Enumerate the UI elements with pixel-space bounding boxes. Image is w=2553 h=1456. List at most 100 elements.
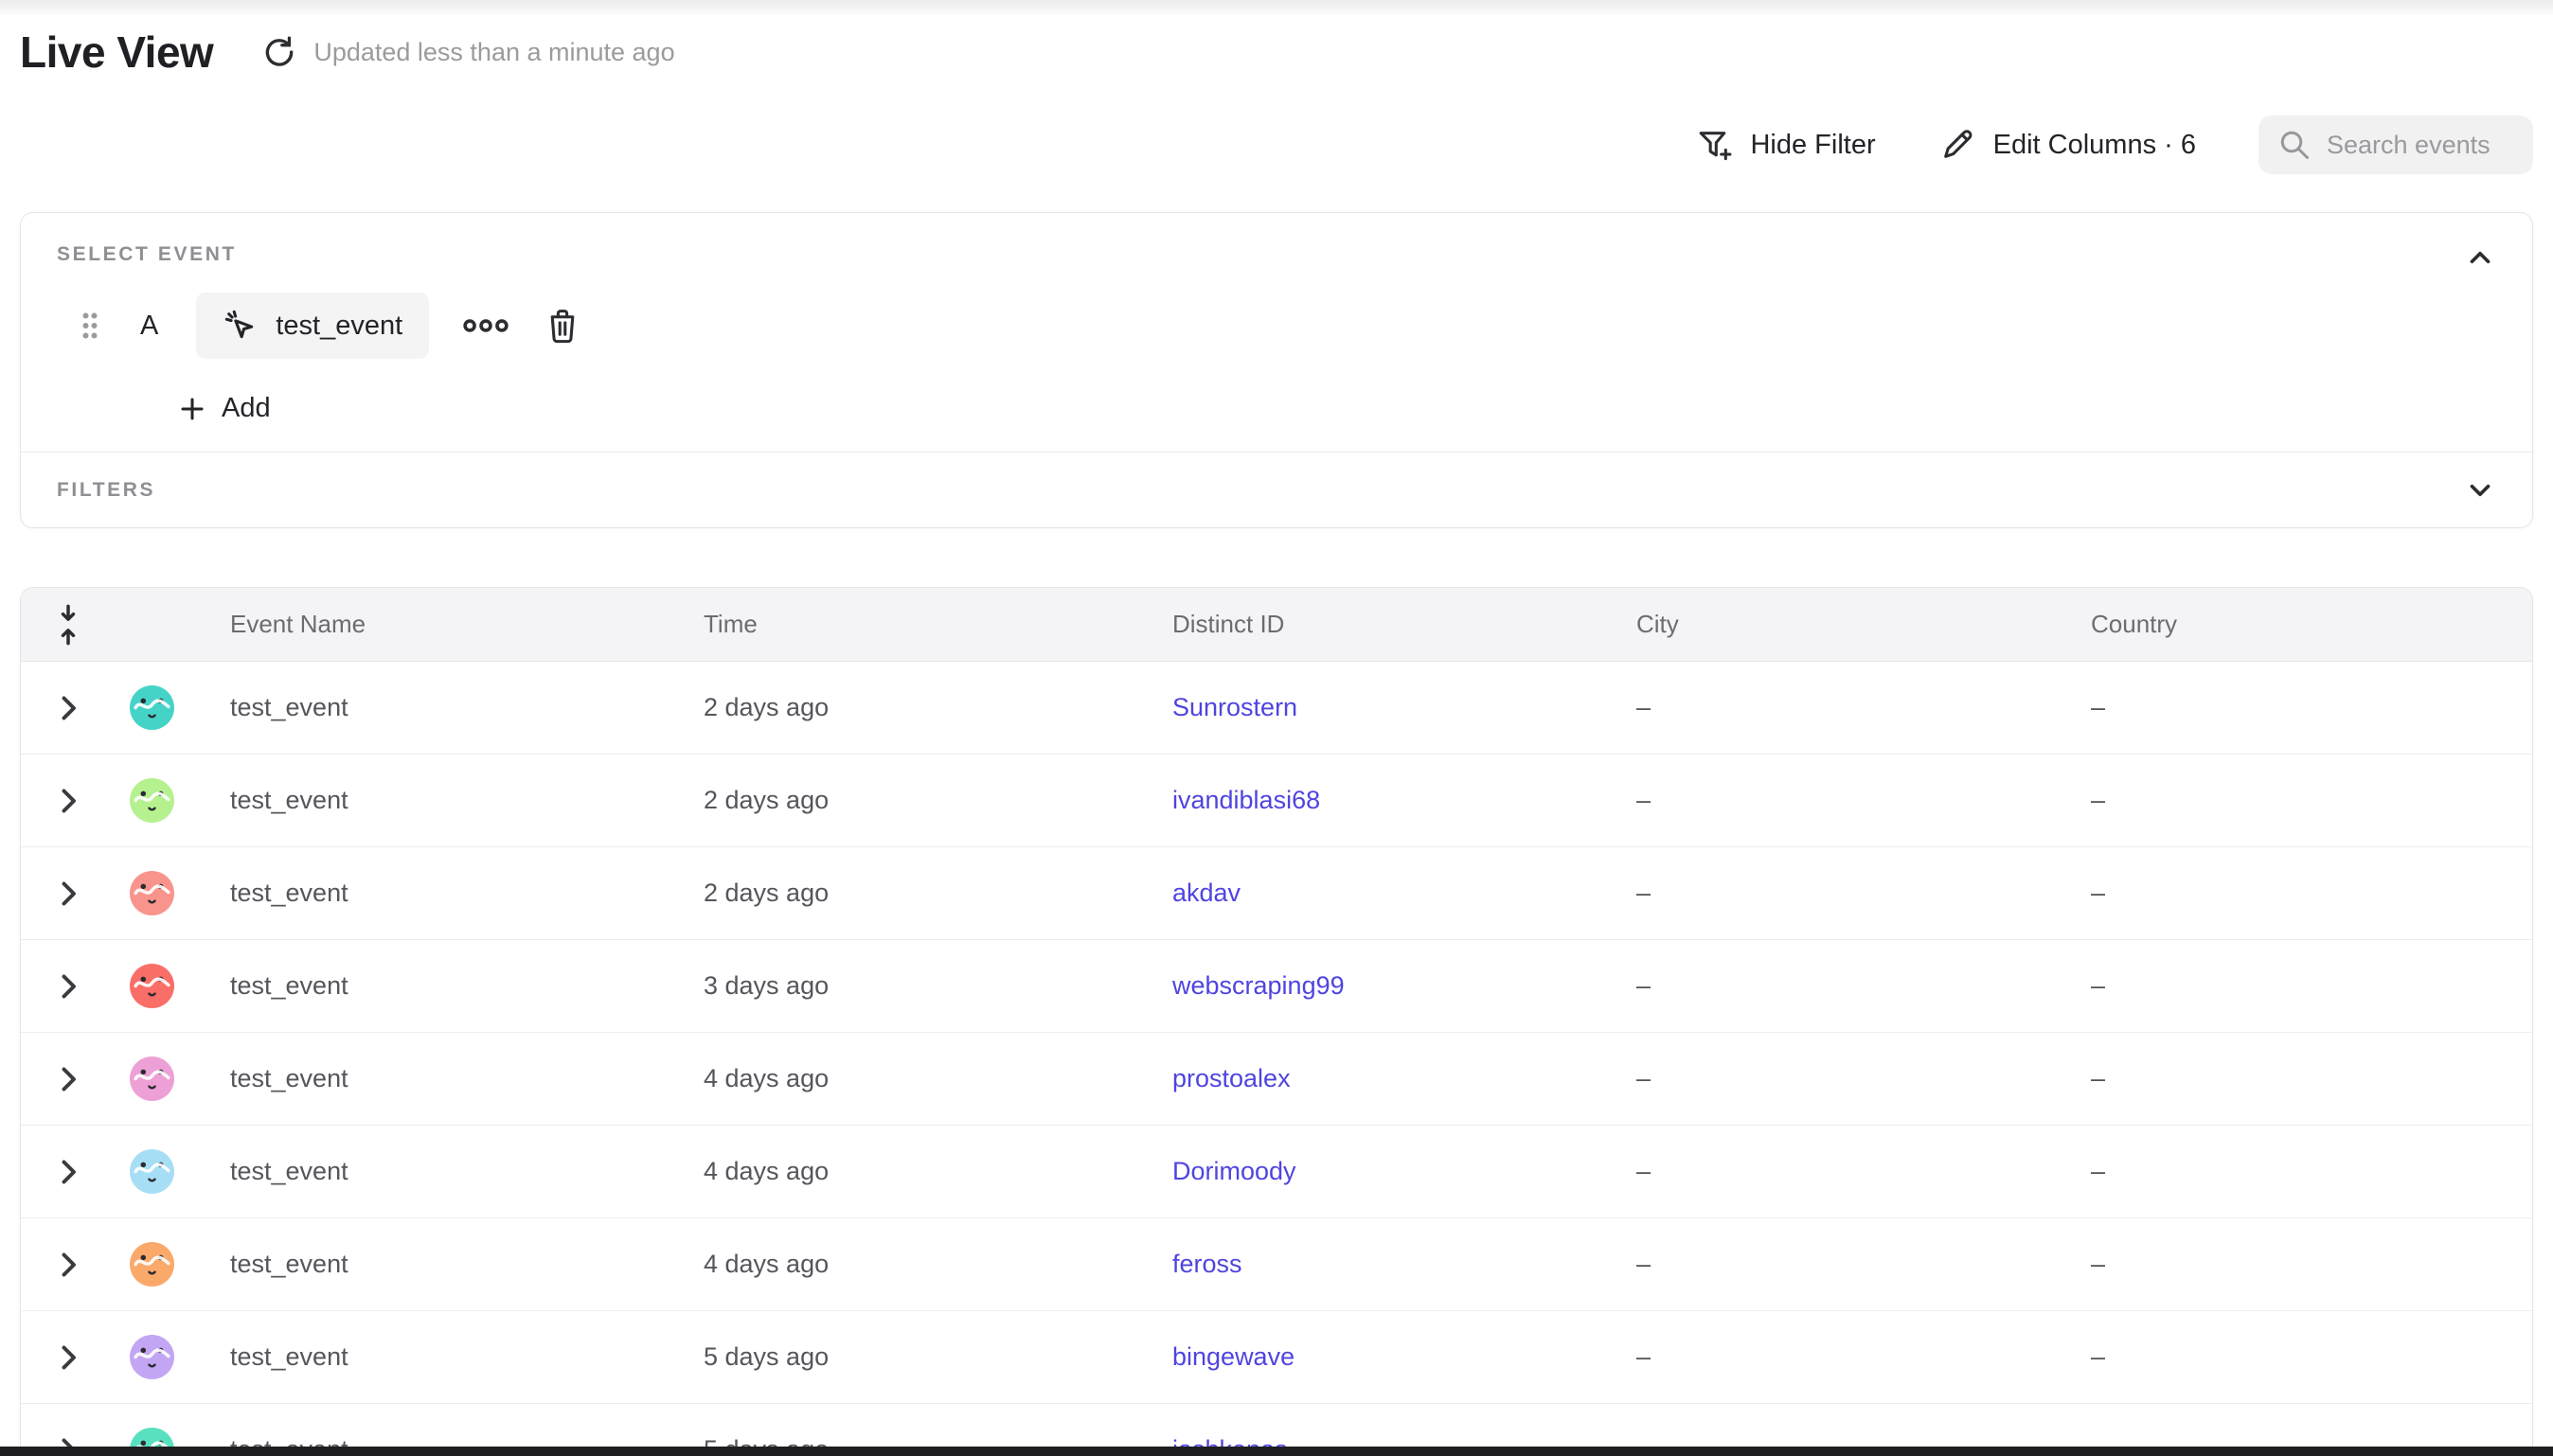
- expand-row-button[interactable]: [59, 1158, 78, 1186]
- drag-handle[interactable]: [80, 309, 100, 343]
- table-row: test_event 2 days ago ivandiblasi68 – –: [21, 755, 2532, 847]
- cell-distinct-id: bingewave: [1130, 1342, 1594, 1372]
- cell-time: 2 days ago: [661, 786, 1130, 815]
- cell-event-name: test_event: [187, 1157, 661, 1186]
- query-builder-card: SELECT EVENT A: [20, 212, 2533, 528]
- filter-plus-icon: [1695, 126, 1733, 164]
- expand-row-button[interactable]: [59, 1251, 78, 1279]
- expand-row-button[interactable]: [59, 1065, 78, 1093]
- cell-city: –: [1594, 879, 2048, 908]
- refresh-button[interactable]: [259, 31, 300, 73]
- cell-country: –: [2048, 1342, 2532, 1372]
- distinct-id-link[interactable]: Dorimoody: [1172, 1157, 1296, 1185]
- hide-filter-button[interactable]: Hide Filter: [1695, 126, 1875, 164]
- expand-row-button[interactable]: [59, 787, 78, 815]
- distinct-id-link[interactable]: akdav: [1172, 879, 1241, 907]
- event-letter: A: [140, 311, 158, 342]
- cell-country: –: [2048, 879, 2532, 908]
- page-header: Live View Updated less than a minute ago: [20, 27, 675, 78]
- user-avatar: [130, 685, 174, 730]
- column-header-city[interactable]: City: [1594, 610, 2048, 639]
- select-event-label: SELECT EVENT: [57, 243, 2496, 266]
- event-select-button[interactable]: test_event: [196, 293, 429, 359]
- collapse-rows-icon: [56, 604, 80, 646]
- column-header-distinct-id[interactable]: Distinct ID: [1130, 610, 1594, 639]
- cell-event-name: test_event: [187, 786, 661, 815]
- column-header-country[interactable]: Country: [2048, 610, 2532, 639]
- column-header-event-name[interactable]: Event Name: [187, 610, 661, 639]
- cell-city: –: [1594, 1157, 2048, 1186]
- cell-country: –: [2048, 1250, 2532, 1279]
- table-row: test_event 4 days ago Dorimoody – –: [21, 1126, 2532, 1218]
- toolbar: Hide Filter Edit Columns · 6: [1695, 115, 2533, 174]
- updated-status: Updated less than a minute ago: [313, 38, 674, 67]
- cell-distinct-id: webscraping99: [1130, 971, 1594, 1001]
- table-row: test_event 2 days ago Sunrostern – –: [21, 662, 2532, 755]
- event-row: A test_event: [80, 293, 2496, 359]
- cell-country: –: [2048, 1157, 2532, 1186]
- delete-event-button[interactable]: [545, 307, 580, 345]
- distinct-id-link[interactable]: feross: [1172, 1250, 1242, 1278]
- table-row: test_event 5 days ago bingewave – –: [21, 1311, 2532, 1404]
- cell-event-name: test_event: [187, 1342, 661, 1372]
- edit-columns-label: Edit Columns · 6: [1993, 130, 2196, 161]
- collapse-section-button[interactable]: [2464, 241, 2496, 274]
- user-avatar: [130, 1149, 174, 1194]
- cell-time: 4 days ago: [661, 1250, 1130, 1279]
- expand-row-button[interactable]: [59, 879, 78, 908]
- event-name-label: test_event: [276, 311, 402, 342]
- chevron-right-icon: [59, 1158, 78, 1186]
- more-options-button[interactable]: [461, 314, 510, 337]
- distinct-id-link[interactable]: Sunrostern: [1172, 693, 1297, 721]
- expand-row-button[interactable]: [59, 972, 78, 1001]
- cell-event-name: test_event: [187, 693, 661, 722]
- cell-distinct-id: prostoalex: [1130, 1064, 1594, 1093]
- chevron-right-icon: [59, 879, 78, 908]
- top-fade: [0, 0, 2553, 15]
- chevron-right-icon: [59, 787, 78, 815]
- select-event-section: SELECT EVENT A: [21, 213, 2532, 424]
- bottom-edge-bar: [0, 1447, 2553, 1456]
- table-row: test_event 4 days ago feross – –: [21, 1218, 2532, 1311]
- cell-time: 3 days ago: [661, 971, 1130, 1001]
- expand-filters-button[interactable]: [2464, 474, 2496, 506]
- user-avatar: [130, 871, 174, 915]
- expand-row-button[interactable]: [59, 1343, 78, 1372]
- cell-time: 4 days ago: [661, 1064, 1130, 1093]
- chevron-right-icon: [59, 1343, 78, 1372]
- distinct-id-link[interactable]: bingewave: [1172, 1342, 1294, 1371]
- table-row: test_event 4 days ago prostoalex – –: [21, 1033, 2532, 1126]
- search-box[interactable]: [2258, 115, 2533, 174]
- plus-icon: [178, 395, 206, 423]
- search-icon: [2277, 128, 2312, 162]
- cell-city: –: [1594, 1342, 2048, 1372]
- cell-distinct-id: ivandiblasi68: [1130, 786, 1594, 815]
- expand-row-button[interactable]: [59, 694, 78, 722]
- edit-columns-button[interactable]: Edit Columns · 6: [1938, 126, 2196, 164]
- distinct-id-link[interactable]: ivandiblasi68: [1172, 786, 1320, 814]
- cell-time: 4 days ago: [661, 1157, 1130, 1186]
- user-avatar: [130, 1056, 174, 1101]
- collapse-all-rows-button[interactable]: [56, 604, 80, 646]
- cell-event-name: test_event: [187, 1250, 661, 1279]
- cell-time: 5 days ago: [661, 1342, 1130, 1372]
- filters-section[interactable]: FILTERS: [21, 452, 2532, 527]
- cell-distinct-id: Dorimoody: [1130, 1157, 1594, 1186]
- event-cursor-icon: [223, 308, 259, 344]
- cell-distinct-id: akdav: [1130, 879, 1594, 908]
- chevron-up-icon: [2464, 241, 2496, 274]
- table-body: test_event 2 days ago Sunrostern – –: [21, 662, 2532, 1456]
- cell-event-name: test_event: [187, 1064, 661, 1093]
- chevron-right-icon: [59, 1065, 78, 1093]
- chevron-right-icon: [59, 1251, 78, 1279]
- cell-country: –: [2048, 1064, 2532, 1093]
- distinct-id-link[interactable]: prostoalex: [1172, 1064, 1291, 1092]
- cell-country: –: [2048, 693, 2532, 722]
- add-event-button[interactable]: Add: [178, 393, 271, 424]
- events-table: Event Name Time Distinct ID City Country: [20, 587, 2533, 1456]
- search-input[interactable]: [2327, 131, 2514, 160]
- table-row: test_event 2 days ago akdav – –: [21, 847, 2532, 940]
- cell-city: –: [1594, 693, 2048, 722]
- distinct-id-link[interactable]: webscraping99: [1172, 971, 1345, 1000]
- column-header-time[interactable]: Time: [661, 610, 1130, 639]
